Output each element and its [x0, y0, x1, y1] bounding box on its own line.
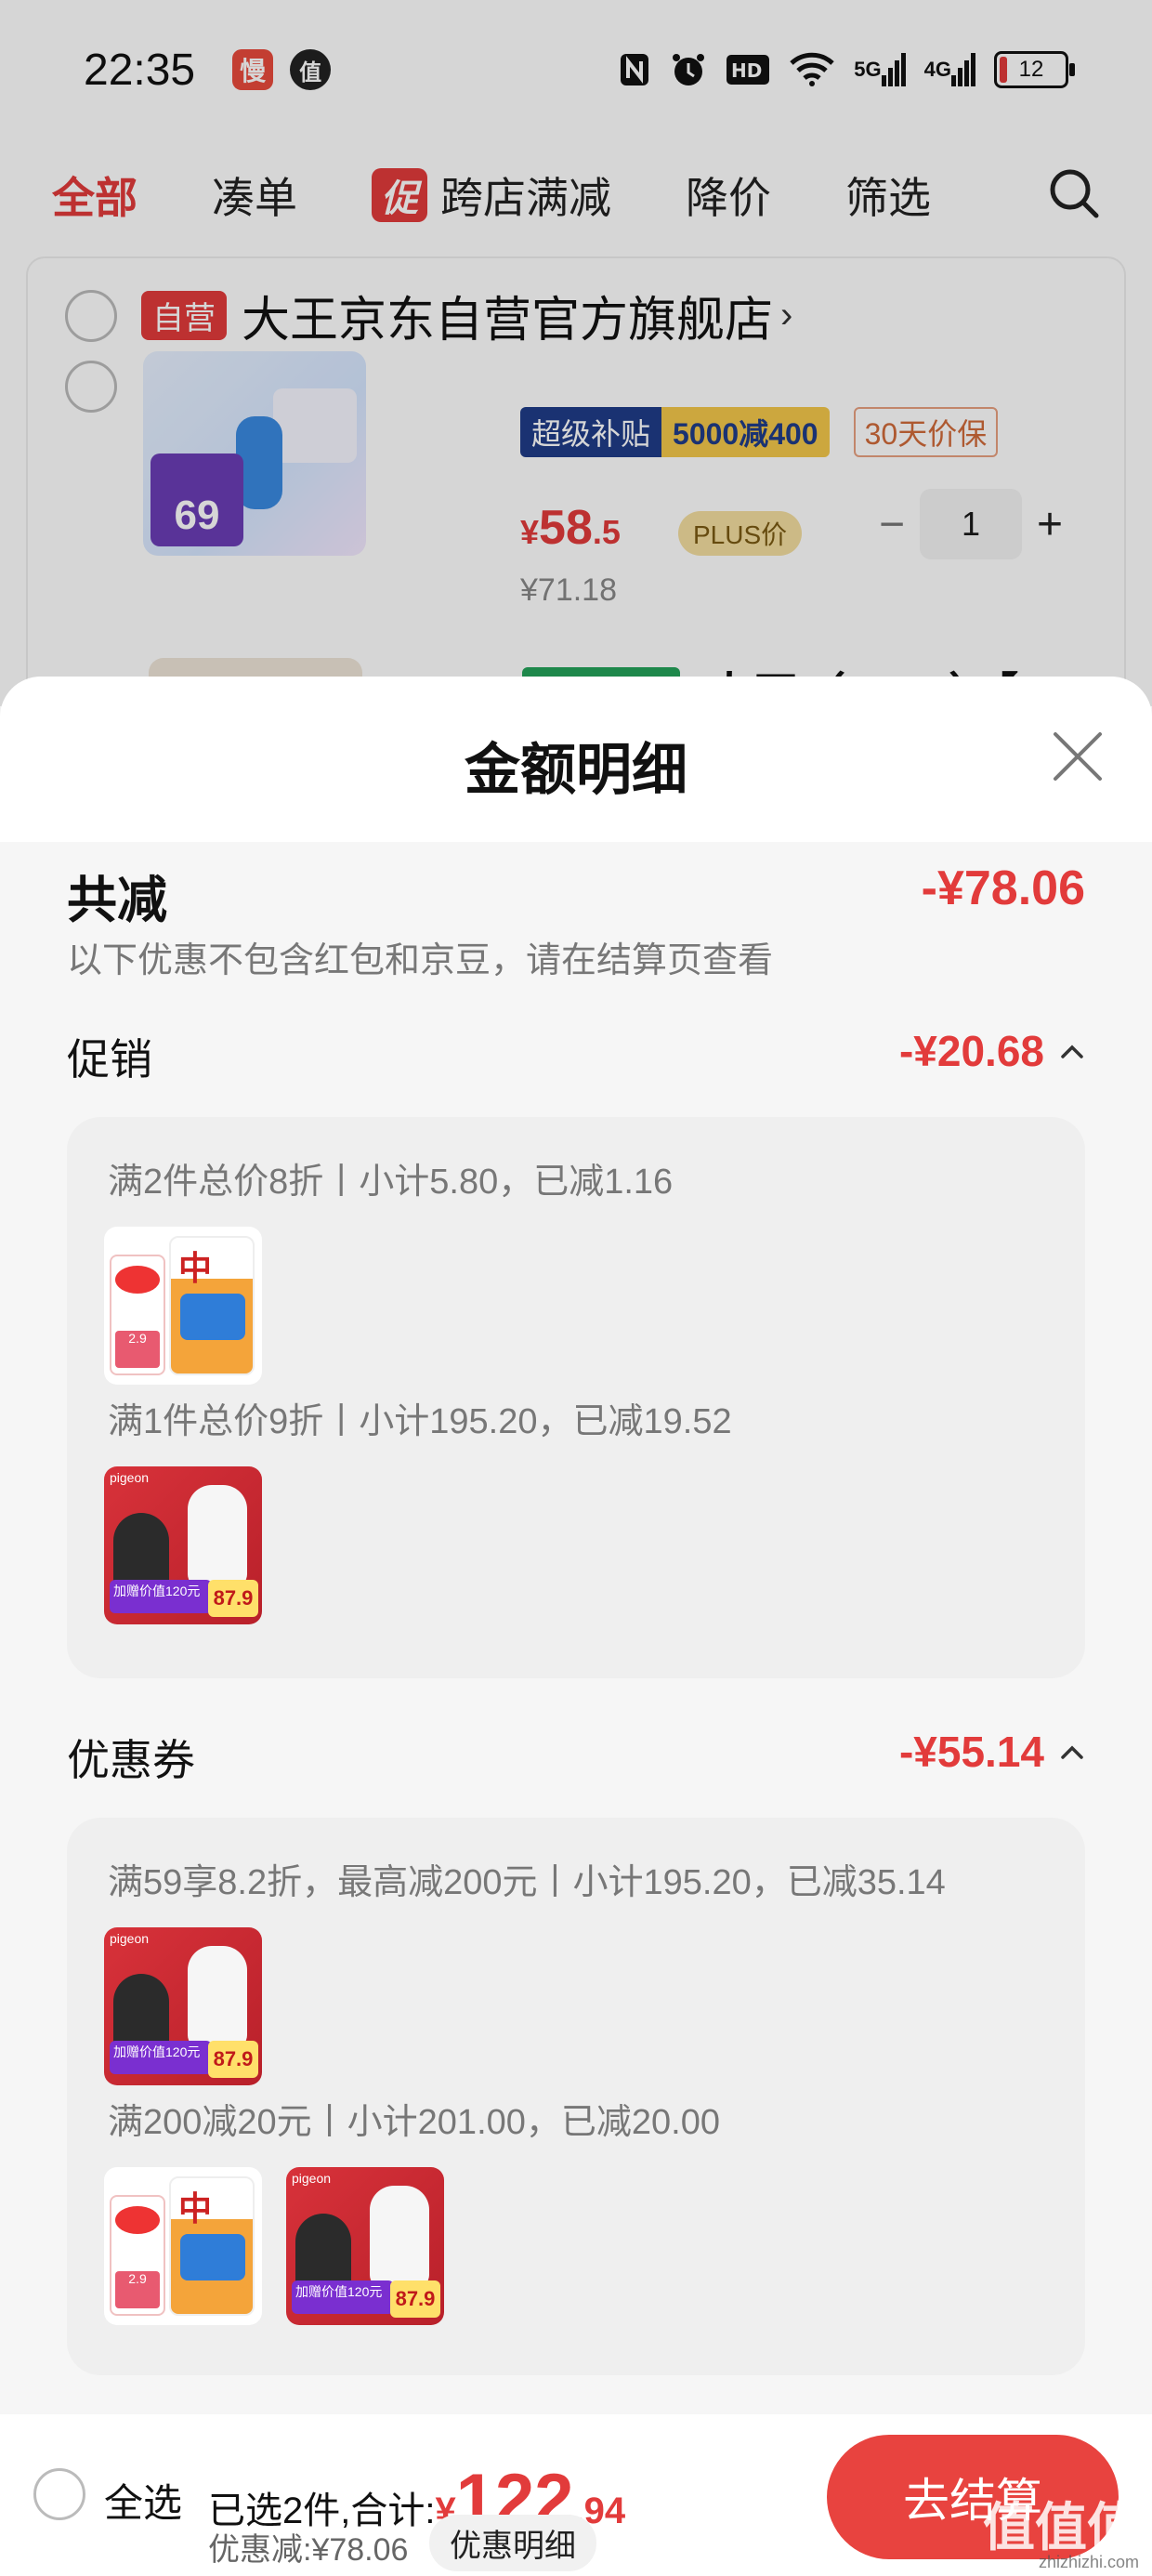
coupon-section-title: 优惠券	[67, 1736, 195, 1784]
promotion-line-1: 满2件总价8折丨小计5.80，已减1.16	[108, 1163, 674, 1202]
coupon-panel: 满59享8.2折，最高减200元丨小计195.20，已减35.14 pigeon…	[67, 1818, 1085, 2375]
pigeon-gift-strip: 加赠价值120元	[110, 2041, 212, 2074]
cleaner-price-tag: 2.9	[115, 2271, 160, 2308]
sheet-content: 共减 -¥78.06 以下优惠不包含红包和京豆，请在结算页查看 促销 -¥20.…	[26, 842, 1126, 2422]
sheet-title: 金额明细	[465, 739, 687, 801]
checkout-bar: 全选 已选2件,合计:¥122.94 优惠减:¥78.06 优惠明细 去结算 值…	[0, 2414, 1152, 2576]
pigeon-price-tag: 87.9	[208, 1580, 258, 1617]
watermark-text: 值值值	[983, 2498, 1139, 2556]
overlay-dim[interactable]	[0, 0, 1152, 706]
site-watermark: 值值值 zhizhizhi.com	[983, 2502, 1139, 2571]
promotion-amount: -¥20.68	[898, 1027, 1044, 1075]
amount-detail-sheet: 金额明细 共减 -¥78.06 以下优惠不包含红包和京豆，请在结算页查看 促销 …	[0, 677, 1152, 2576]
pigeon-gift-strip: 加赠价值120元	[292, 2280, 394, 2314]
coupon-amount: -¥55.14	[898, 1728, 1044, 1776]
sheet-header: 金额明细	[0, 677, 1152, 842]
pigeon-price-tag: 87.9	[208, 2041, 258, 2078]
close-icon[interactable]	[1050, 729, 1106, 784]
pigeon-brand: pigeon	[292, 2171, 332, 2186]
coupon-line-1: 满59享8.2折，最高减200元丨小计195.20，已减35.14	[108, 1863, 946, 1902]
cleaner-product-image[interactable]: 2.9 中	[104, 1227, 262, 1385]
coupon-section-toggle[interactable]: -¥55.14	[899, 1727, 1085, 1777]
pigeon-bottle-image[interactable]: pigeon 加赠价值120元 87.9	[286, 2167, 444, 2325]
discount-note: 以下优惠不包含红包和京豆，请在结算页查看	[67, 941, 774, 980]
cleaner-brand-glyph: 中	[178, 2189, 213, 2228]
select-all-radio[interactable]	[33, 2468, 85, 2520]
cleaner-brand-glyph: 中	[178, 1249, 213, 1287]
total-discount-label: 共减	[67, 873, 167, 928]
select-all-label[interactable]: 全选	[104, 2472, 182, 2529]
pigeon-price-tag: 87.9	[390, 2280, 440, 2318]
discount-summary: 优惠减:¥78.06	[208, 2532, 409, 2568]
promotion-line-2: 满1件总价9折丨小计195.20，已减19.52	[108, 1402, 732, 1441]
cleaner-product-image[interactable]: 2.9 中	[104, 2167, 262, 2325]
pigeon-bottle-image[interactable]: pigeon 加赠价值120元 87.9	[104, 1466, 262, 1624]
pigeon-bottle-image[interactable]: pigeon 加赠价值120元 87.9	[104, 1927, 262, 2085]
promotion-panel: 满2件总价8折丨小计5.80，已减1.16 2.9 中 满1件总价9折丨小计19…	[67, 1117, 1085, 1678]
pigeon-brand: pigeon	[110, 1470, 150, 1485]
pigeon-gift-strip: 加赠价值120元	[110, 1580, 212, 1613]
chevron-up-icon	[1061, 1045, 1083, 1058]
discount-detail-button[interactable]: 优惠明细	[429, 2515, 596, 2571]
cleaner-price-tag: 2.9	[115, 1331, 160, 1368]
promotion-section-title: 促销	[67, 1035, 152, 1084]
total-discount-amount: -¥78.06	[921, 861, 1085, 915]
chevron-up-icon	[1061, 1745, 1083, 1759]
coupon-line-2: 满200减20元丨小计201.00，已减20.00	[108, 2103, 720, 2142]
pigeon-brand: pigeon	[110, 1931, 150, 1946]
promotion-section-toggle[interactable]: -¥20.68	[899, 1026, 1085, 1076]
